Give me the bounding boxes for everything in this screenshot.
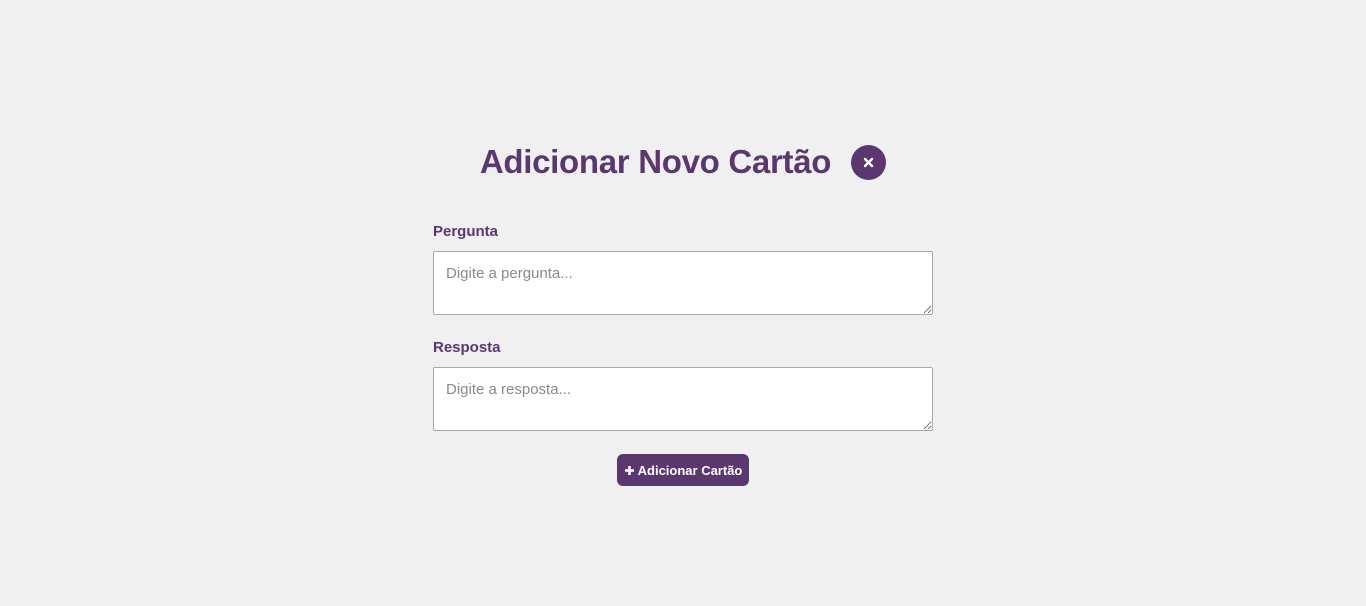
modal-header: Adicionar Novo Cartão [0, 139, 1366, 185]
answer-label: Resposta [433, 339, 501, 356]
add-card-form: Pergunta Resposta [433, 222, 933, 431]
close-button[interactable] [851, 144, 887, 180]
plus-icon [624, 465, 635, 476]
page-title: Adicionar Novo Cartão [479, 143, 832, 180]
close-icon [863, 157, 874, 168]
question-label: Pergunta [433, 223, 499, 240]
add-card-button[interactable]: Adicionar Cartão [617, 454, 749, 486]
answer-input[interactable] [433, 367, 933, 431]
question-input[interactable] [433, 251, 933, 315]
add-card-button-label: Adicionar Cartão [637, 462, 743, 478]
